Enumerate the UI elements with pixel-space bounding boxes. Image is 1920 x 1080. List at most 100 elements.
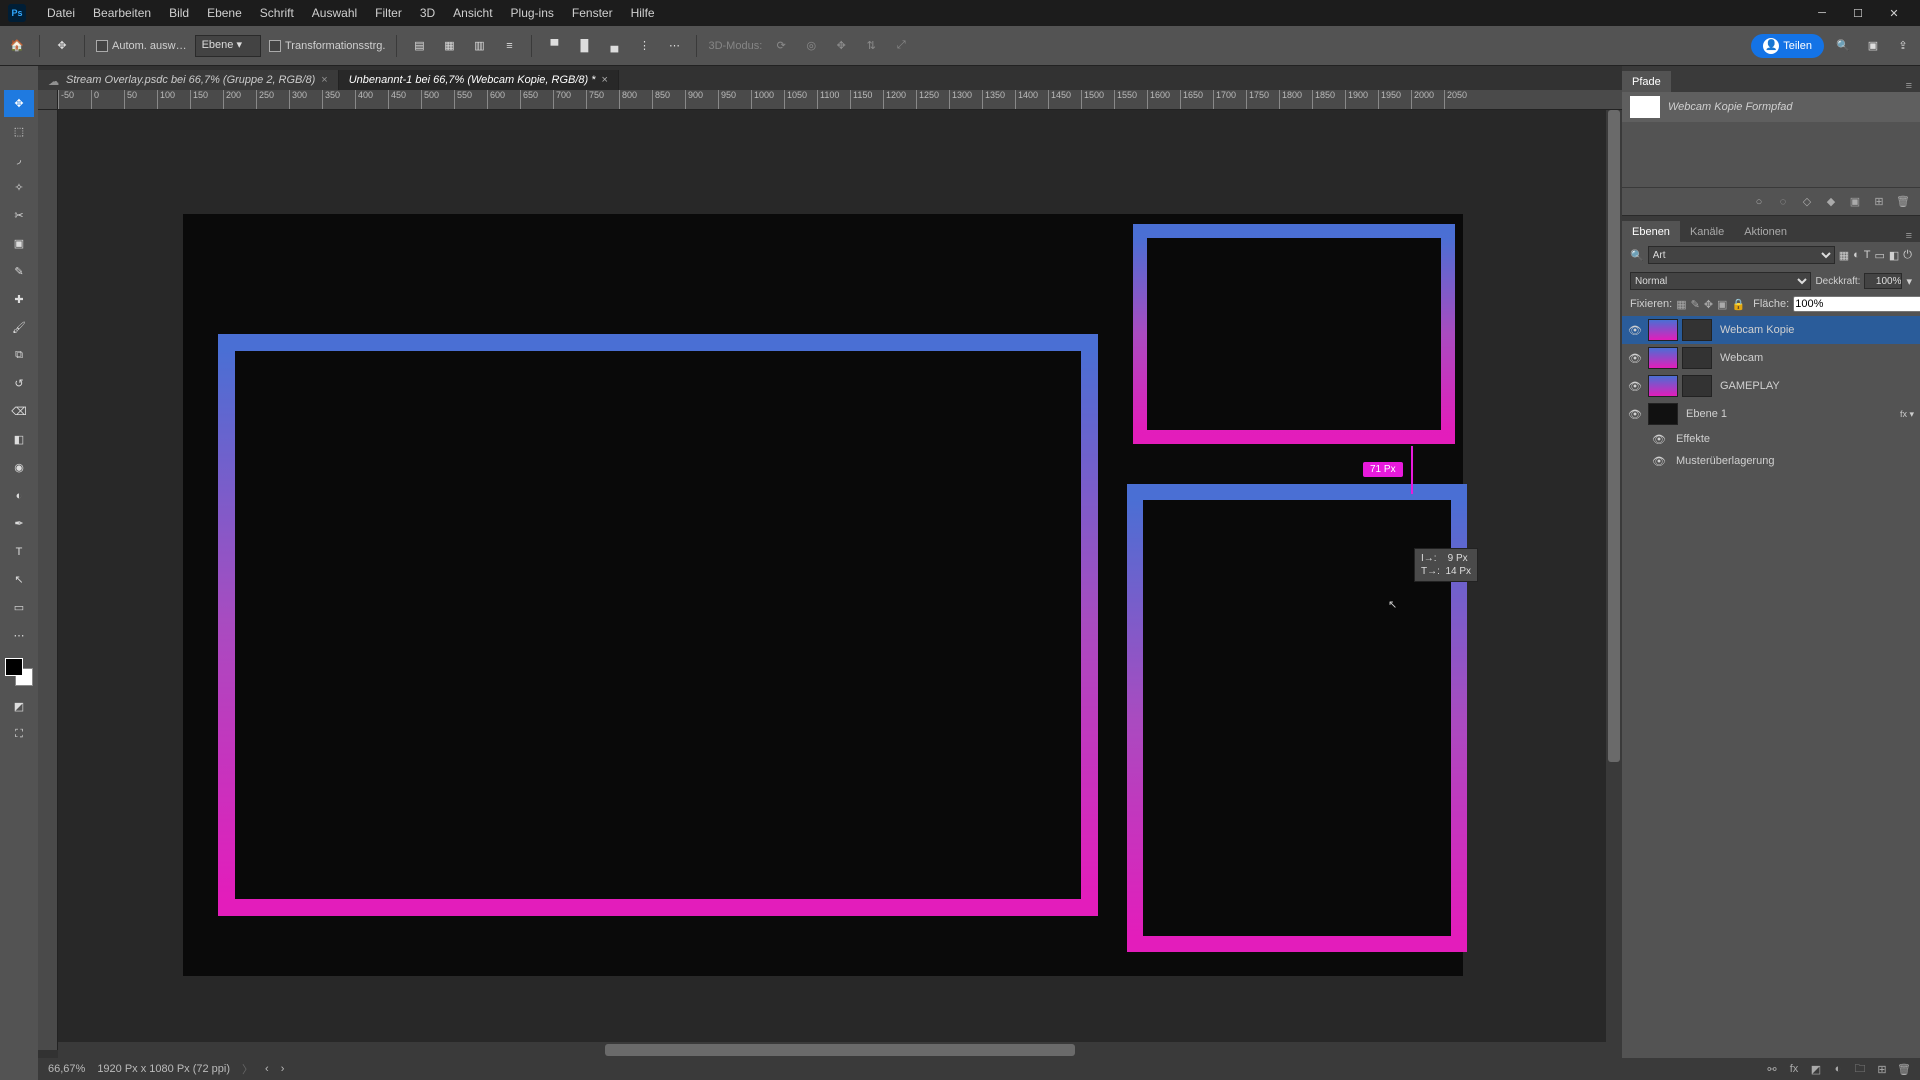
frame-tool[interactable]: ▣ [4,230,34,257]
eyedropper-tool[interactable]: ✎ [4,258,34,285]
foreground-color[interactable] [5,658,23,676]
clone-stamp-tool[interactable]: ⧉ [4,342,34,369]
layer-mask-thumbnail[interactable] [1682,375,1712,397]
layer-row[interactable]: 👁GAMEPLAY [1622,372,1920,400]
brush-tool[interactable]: 🖌 [4,314,34,341]
menu-fenster[interactable]: Fenster [563,6,622,20]
transform-controls-checkbox[interactable]: Transformationsstrg. [269,40,385,52]
menu-3d[interactable]: 3D [411,6,444,20]
menu-hilfe[interactable]: Hilfe [622,6,664,20]
new-path-icon[interactable]: ⊞ [1870,193,1888,211]
layer-name[interactable]: GAMEPLAY [1716,380,1916,392]
align-center-h-icon[interactable]: ▦ [438,35,460,57]
horizontal-ruler[interactable]: -500501001502002503003504004505005506006… [58,90,1622,110]
layer-row[interactable]: 👁 Webcam [1622,344,1920,372]
layer-name[interactable]: Ebene 1 [1682,408,1896,420]
layer-name[interactable]: Webcam Kopie [1716,324,1916,336]
path-selection-tool[interactable]: ↖ [4,566,34,593]
menu-bearbeiten[interactable]: Bearbeiten [84,6,160,20]
document-info[interactable]: 1920 Px x 1080 Px (72 ppi) [97,1063,230,1075]
path-item[interactable]: Webcam Kopie Formpfad [1622,92,1920,122]
vertical-ruler[interactable] [38,110,58,1050]
filter-smart-icon[interactable]: ◧ [1889,249,1899,262]
close-button[interactable]: ✕ [1876,0,1912,26]
home-icon[interactable]: 🏠 [6,35,28,57]
blur-tool[interactable]: ◉ [4,454,34,481]
menu-filter[interactable]: Filter [366,6,411,20]
add-mask-icon[interactable]: ◩ [1808,1061,1824,1077]
marquee-tool[interactable]: ⬚ [4,118,34,145]
status-next-icon[interactable]: › [281,1063,285,1075]
layer-thumbnail[interactable] [1648,319,1678,341]
fx-badge[interactable]: fx ▾ [1900,409,1916,420]
distribute-v-icon[interactable]: ⋮ [633,35,655,57]
fill-input[interactable] [1793,296,1920,312]
visibility-toggle-icon[interactable]: 👁 [1650,455,1668,468]
close-tab-icon[interactable]: × [321,74,327,86]
minimize-button[interactable]: ─ [1804,0,1840,26]
distribute-h-icon[interactable]: ≡ [498,35,520,57]
more-options-icon[interactable]: ⋯ [663,35,685,57]
artboard[interactable]: 71 Px [183,214,1463,976]
effect-item[interactable]: 👁Musterüberlagerung [1622,450,1920,472]
align-left-icon[interactable]: ▤ [408,35,430,57]
align-right-icon[interactable]: ▥ [468,35,490,57]
visibility-toggle-icon[interactable]: 👁 [1626,408,1644,421]
menu-datei[interactable]: Datei [38,6,84,20]
tab-ebenen[interactable]: Ebenen [1622,221,1680,242]
filter-type-icon[interactable]: T [1864,249,1871,261]
auto-select-target-dropdown[interactable]: Ebene ▾ [195,35,261,57]
opacity-input[interactable] [1864,273,1902,289]
visibility-toggle-icon[interactable]: 👁 [1626,324,1644,337]
layer-thumbnail[interactable] [1648,375,1678,397]
menu-bild[interactable]: Bild [160,6,198,20]
blend-mode-dropdown[interactable]: Normal [1630,272,1811,290]
filter-image-icon[interactable]: ▦ [1839,249,1849,262]
stroke-path-icon[interactable]: ◌ [1774,193,1792,211]
workspace-icon[interactable]: ▣ [1862,35,1884,57]
layer-thumbnail[interactable] [1648,347,1678,369]
visibility-toggle-icon[interactable]: 👁 [1626,352,1644,365]
lock-move-icon[interactable]: ✥ [1704,296,1713,312]
layer-name[interactable]: Webcam [1716,352,1916,364]
move-tool[interactable]: ✥ [4,90,34,117]
close-tab-icon[interactable]: × [602,74,608,86]
screen-mode-tool[interactable]: ⛶ [4,721,34,748]
share-export-icon[interactable]: ⇪ [1892,35,1914,57]
rectangle-tool[interactable]: ▭ [4,594,34,621]
search-icon[interactable]: 🔍 [1832,35,1854,57]
filter-toggle-icon[interactable]: ⏻ [1903,249,1912,262]
opacity-dropdown-icon[interactable]: ▾ [1906,275,1912,288]
filter-adjust-icon[interactable]: ◐ [1853,249,1860,261]
layer-thumbnail[interactable] [1648,403,1678,425]
tab-paths[interactable]: Pfade [1622,71,1671,92]
align-bottom-icon[interactable]: ▄ [603,35,625,57]
delete-layer-icon[interactable]: 🗑 [1896,1061,1912,1077]
color-swatches[interactable] [5,658,33,686]
crop-tool[interactable]: ✂ [4,202,34,229]
fill-path-icon[interactable]: ○ [1750,193,1768,211]
status-prev-icon[interactable]: ‹ [265,1063,269,1075]
add-mask-icon[interactable]: ▣ [1846,193,1864,211]
lock-position-icon[interactable]: ✎ [1691,296,1700,312]
healing-brush-tool[interactable]: ✚ [4,286,34,313]
tab-aktionen[interactable]: Aktionen [1734,221,1797,242]
selection-to-path-icon[interactable]: ◆ [1822,193,1840,211]
layer-mask-thumbnail[interactable] [1682,347,1712,369]
menu-ansicht[interactable]: Ansicht [444,6,501,20]
document-tab[interactable]: ☁Stream Overlay.psdc bei 66,7% (Gruppe 2… [38,70,339,90]
layer-row[interactable]: 👁 Webcam Kopie [1622,316,1920,344]
pen-tool[interactable]: ✒ [4,510,34,537]
path-to-selection-icon[interactable]: ◇ [1798,193,1816,211]
search-icon[interactable]: 🔍 [1630,249,1644,262]
tab-kanäle[interactable]: Kanäle [1680,221,1734,242]
align-center-v-icon[interactable]: █ [573,35,595,57]
gradient-tool[interactable]: ◧ [4,426,34,453]
effects-row[interactable]: 👁Effekte [1622,428,1920,450]
menu-ebene[interactable]: Ebene [198,6,251,20]
layer-style-icon[interactable]: fx [1786,1061,1802,1077]
lock-pixels-icon[interactable]: ▦ [1676,296,1686,312]
dodge-tool[interactable]: ◐ [4,482,34,509]
new-layer-icon[interactable]: ⊞ [1874,1061,1890,1077]
share-button[interactable]: 👤Teilen [1751,34,1824,58]
